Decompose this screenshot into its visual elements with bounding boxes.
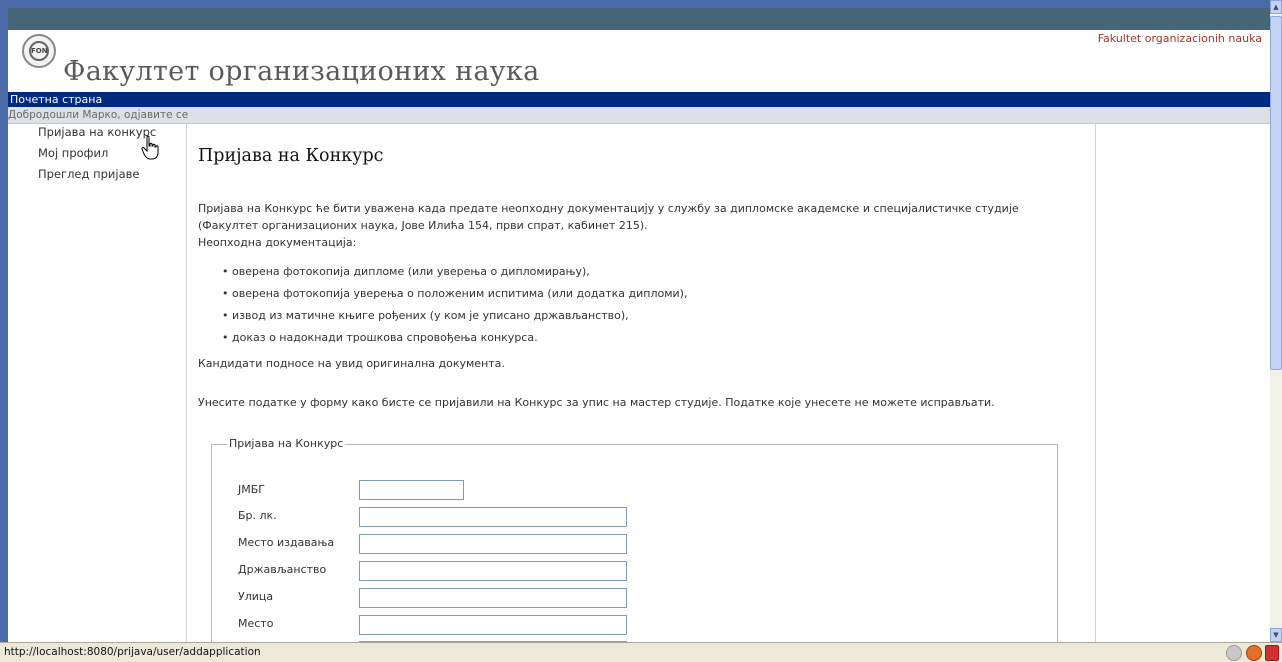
vertical-scrollbar[interactable]: ▲ ▼ bbox=[1270, 0, 1282, 642]
right-column bbox=[1096, 124, 1270, 642]
scroll-thumb[interactable] bbox=[1270, 16, 1282, 370]
page-title: Пријава на Конкурс bbox=[198, 146, 384, 166]
issue-place-label: Место издавања bbox=[238, 536, 335, 549]
jmbg-input[interactable] bbox=[359, 480, 464, 500]
addon-icon[interactable] bbox=[1265, 645, 1279, 661]
nav-home-link[interactable]: Почетна страна bbox=[8, 93, 102, 106]
welcome-text[interactable]: Добродошли Марко, одјавите се bbox=[8, 109, 188, 121]
list-item: извод из матичне књиге рођених (у ком је… bbox=[222, 309, 629, 322]
street-label: Улица bbox=[238, 590, 274, 603]
issue-place-input[interactable] bbox=[359, 534, 627, 554]
id-card-label: Бр. лк. bbox=[238, 509, 277, 522]
street-input[interactable] bbox=[359, 588, 627, 608]
fon-logo[interactable]: FON bbox=[22, 34, 56, 68]
fieldset-legend: Пријава на Конкурс bbox=[227, 437, 346, 450]
intro-text-line-1: Пријава на Конкурс ће бити уважена када … bbox=[198, 202, 1019, 215]
sidebar: Пријава на конкурс Мој профил Преглед пр… bbox=[8, 124, 187, 642]
originals-note: Кандидати подносе на увид оригинална док… bbox=[198, 357, 505, 370]
welcome-bar: Добродошли Марко, одјавите се bbox=[8, 107, 1270, 124]
form-instructions: Унесите податке у форму како бисте се пр… bbox=[198, 396, 995, 409]
city-label: Место bbox=[238, 617, 274, 630]
connection-status-icon bbox=[1226, 645, 1242, 661]
scroll-down-arrow-icon[interactable]: ▼ bbox=[1270, 628, 1282, 642]
fon-logo-text: FON bbox=[29, 41, 49, 61]
hand-cursor-icon bbox=[141, 135, 159, 160]
main-content: Пријава на Конкурс Пријава на Конкурс ће… bbox=[187, 124, 1096, 642]
city-input[interactable] bbox=[359, 615, 627, 635]
list-item: оверена фотокопија уверења о положеним и… bbox=[222, 287, 687, 300]
browser-content: FON Факултет организационих наука Fakult… bbox=[8, 8, 1270, 642]
citizenship-input[interactable] bbox=[359, 561, 627, 581]
documents-heading: Неопходна документација: bbox=[198, 236, 357, 249]
list-item: оверена фотокопија дипломе (или уверења … bbox=[222, 265, 590, 278]
scroll-up-arrow-icon[interactable]: ▲ bbox=[1270, 0, 1282, 14]
list-item: доказ о надокнади трошкова спровођења ко… bbox=[222, 331, 538, 344]
firefox-icon[interactable] bbox=[1246, 645, 1262, 661]
citizenship-label: Држављанство bbox=[238, 563, 327, 576]
sidebar-item-apply[interactable]: Пријава на конкурс bbox=[38, 125, 156, 139]
application-fieldset bbox=[211, 444, 1058, 642]
status-url: http://localhost:8080/prijava/user/addap… bbox=[4, 646, 261, 658]
site-title: Факултет организационих наука bbox=[63, 56, 540, 87]
sidebar-item-profile[interactable]: Мој профил bbox=[38, 146, 108, 160]
top-bar bbox=[8, 8, 1270, 30]
sidebar-item-review[interactable]: Преглед пријаве bbox=[38, 167, 139, 181]
nav-bar: Почетна страна bbox=[8, 92, 1270, 107]
site-header: FON Факултет организационих наука Fakult… bbox=[8, 30, 1270, 92]
jmbg-label: ЈМБГ bbox=[238, 483, 265, 496]
intro-text-line-2: (Факултет организационих наука, Јове Или… bbox=[198, 219, 648, 232]
id-card-input[interactable] bbox=[359, 507, 627, 527]
org-link[interactable]: Fakultet organizacionih nauka bbox=[1098, 32, 1262, 45]
status-bar: http://localhost:8080/prijava/user/addap… bbox=[0, 642, 1282, 662]
